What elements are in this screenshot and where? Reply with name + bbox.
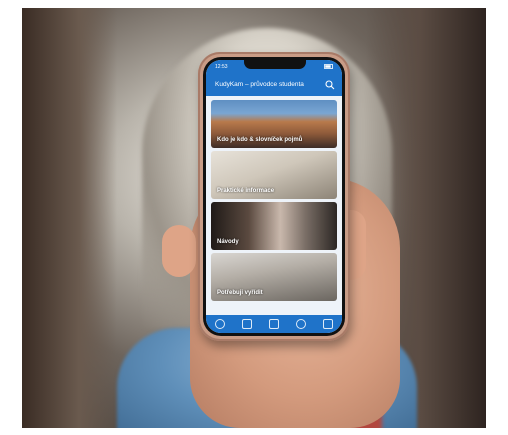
bottom-navigation xyxy=(206,315,342,333)
smartphone: 12:53 KudyKam – průvodce studenta Kdo je… xyxy=(198,52,350,341)
card-label: Kdo je kdo & slovníček pojmů xyxy=(217,137,303,143)
card-kdo-je-kdo[interactable]: Kdo je kdo & slovníček pojmů xyxy=(211,100,337,148)
card-potrebuji-vyridit[interactable]: Potřebuji vyřídit xyxy=(211,253,337,301)
phone-bezel: 12:53 KudyKam – průvodce studenta Kdo je… xyxy=(203,57,345,336)
card-navody[interactable]: Návody xyxy=(211,202,337,250)
app-bar: KudyKam – průvodce studenta xyxy=(206,74,342,96)
status-time: 12:53 xyxy=(215,64,228,70)
card-prakticke-informace[interactable]: Praktické informace xyxy=(211,151,337,199)
blurred-wall-left xyxy=(22,8,117,428)
card-label: Praktické informace xyxy=(217,188,275,194)
finger xyxy=(162,225,196,277)
card-label: Potřebuji vyřídit xyxy=(217,290,263,296)
calendar-icon[interactable] xyxy=(241,319,252,329)
menu-icon[interactable] xyxy=(323,319,334,329)
phone-screen: 12:53 KudyKam – průvodce studenta Kdo je… xyxy=(206,60,342,333)
battery-icon xyxy=(324,64,333,69)
home-icon[interactable] xyxy=(214,319,225,329)
card-label: Návody xyxy=(217,239,239,245)
category-list: Kdo je kdo & slovníček pojmů Praktické i… xyxy=(211,100,337,304)
search-icon[interactable] xyxy=(325,80,335,90)
app-title: KudyKam – průvodce studenta xyxy=(215,81,304,88)
map-icon[interactable] xyxy=(268,319,279,329)
phone-notch xyxy=(244,60,306,69)
bell-icon[interactable] xyxy=(296,319,307,329)
